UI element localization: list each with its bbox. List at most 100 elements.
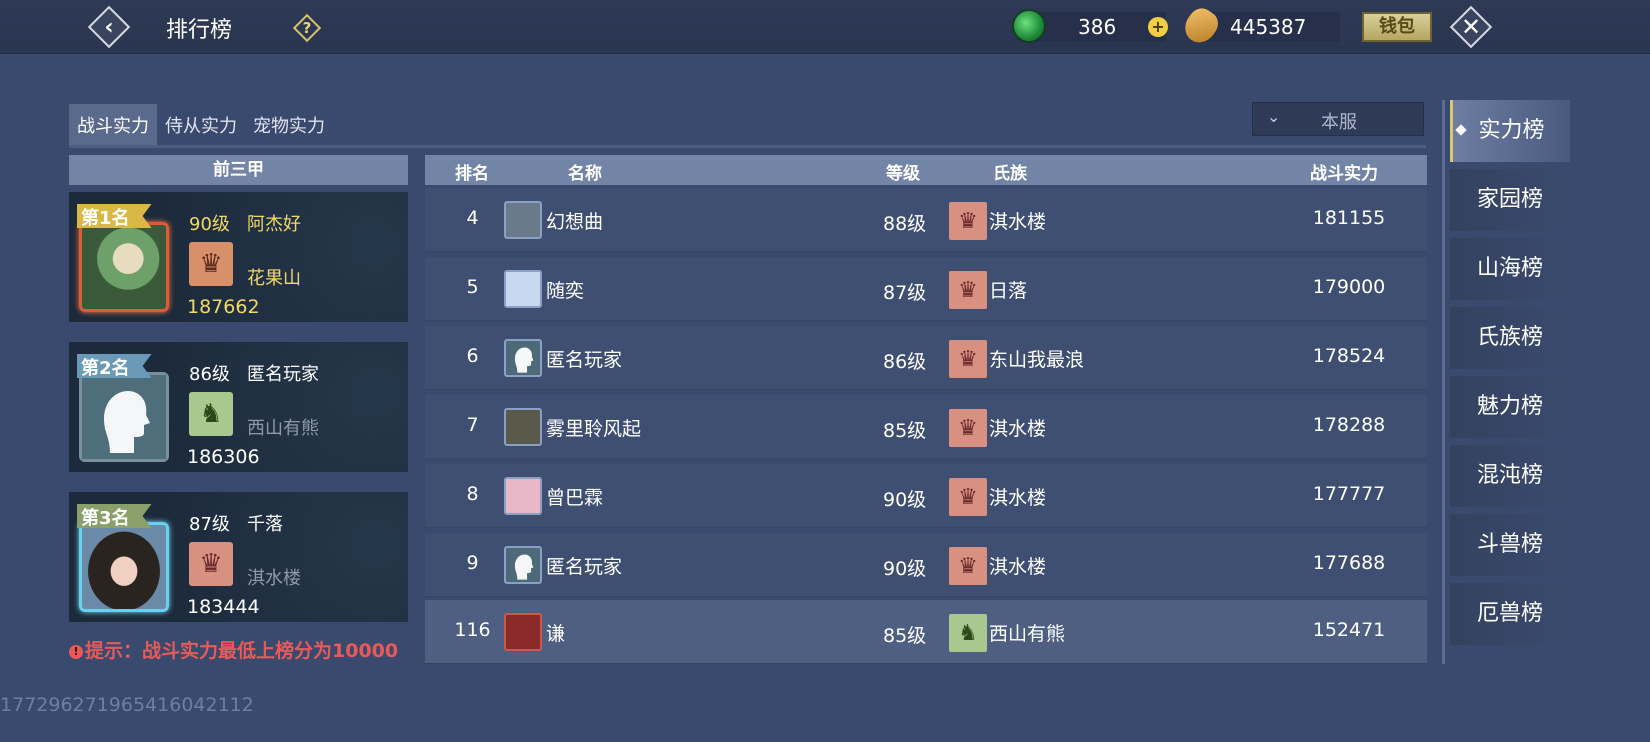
table-row[interactable]: 8 曾巴霖 90级 ♛ 淇水楼 177777 (425, 464, 1427, 528)
row-level: 85级 (883, 420, 927, 442)
player-level: 90级 (189, 214, 230, 235)
row-power: 177688 (1312, 552, 1386, 574)
tab-pet-power[interactable]: 宠物实力 (245, 104, 333, 148)
tab-combat-power[interactable]: 战斗实力 (69, 104, 157, 148)
row-power: 178288 (1312, 414, 1386, 436)
page-title: 排行榜 (166, 18, 233, 43)
menu-item-clan-rank[interactable]: 氏族榜 (1450, 307, 1570, 369)
row-clan: 日落 (989, 280, 1028, 302)
table-row[interactable]: 5 随奕 87级 ♛ 日落 179000 (425, 257, 1427, 321)
row-power: 179000 (1312, 276, 1386, 298)
tab-attendant-power[interactable]: 侍从实力 (157, 104, 245, 148)
clan-name: 西山有熊 (247, 418, 319, 439)
avatar (504, 477, 542, 515)
close-icon: ✕ (1460, 13, 1482, 41)
clan-emblem-icon: ♛ (949, 202, 987, 240)
menu-item-shanhai-rank[interactable]: 山海榜 (1450, 238, 1570, 300)
avatar (504, 408, 542, 446)
warning-icon: ! (69, 645, 83, 659)
row-name: 雾里聆风起 (546, 418, 642, 440)
player-name: 阿杰好 (247, 214, 301, 235)
back-arrow-icon: ‹ (104, 14, 114, 40)
clan-emblem-icon: ♞ (189, 392, 233, 436)
table-row-self[interactable]: 116 谦 85级 ♞ 西山有熊 152471 (425, 600, 1427, 664)
ranking-hint: ! 提示：战斗实力最低上榜分为10000 (69, 636, 398, 663)
gold-amount: 445387 (1230, 15, 1307, 39)
table-row[interactable]: 4 幻想曲 88级 ♛ 淇水楼 181155 (425, 188, 1427, 252)
player-name: 千落 (247, 514, 283, 535)
row-power: 178524 (1312, 345, 1386, 367)
row-clan: 淇水楼 (989, 556, 1047, 578)
column-level: 等级 (886, 164, 920, 184)
top3-card-third[interactable]: 第3名 87级 千落 ♛ 淇水楼 183444 (69, 492, 408, 622)
menu-item-beast-fight-rank[interactable]: 斗兽榜 (1450, 514, 1570, 576)
row-level: 88级 (883, 213, 927, 235)
row-name: 幻想曲 (546, 211, 604, 233)
jade-currency: 386 (1012, 9, 1166, 43)
row-name: 曾巴霖 (546, 487, 604, 509)
top3-header: 前三甲 (69, 155, 408, 185)
add-currency-icon[interactable]: + (1148, 17, 1168, 37)
rank-badge: 第3名 (77, 504, 152, 528)
row-level: 90级 (883, 489, 927, 511)
clan-emblem-icon: ♛ (189, 542, 233, 586)
clan-emblem-icon: ♛ (949, 547, 987, 585)
row-clan: 淇水楼 (989, 418, 1047, 440)
clan-name: 淇水楼 (247, 568, 301, 589)
column-power: 战斗实力 (1310, 164, 1378, 184)
side-menu-divider (1442, 100, 1445, 664)
category-tabs: 战斗实力 侍从实力 宠物实力 (69, 104, 333, 148)
menu-item-home-rank[interactable]: 家园榜 (1450, 169, 1570, 231)
clan-emblem-icon: ♛ (949, 271, 987, 309)
server-select-value: 本服 (1321, 112, 1357, 133)
clan-emblem-icon: ♛ (189, 242, 233, 286)
close-button[interactable]: ✕ (1449, 5, 1493, 49)
row-clan: 淇水楼 (989, 211, 1047, 233)
wallet-button[interactable]: 钱包 (1362, 12, 1432, 42)
avatar (79, 372, 169, 462)
avatar (504, 613, 542, 651)
table-row[interactable]: 6 匿名玩家 86级 ♛ 东山我最浪 178524 (425, 326, 1427, 390)
hint-text: 提示：战斗实力最低上榜分为10000 (85, 640, 399, 662)
clan-emblem-icon: ♛ (949, 478, 987, 516)
server-select[interactable]: ⌄ 本服 (1252, 102, 1424, 136)
menu-item-chaos-rank[interactable]: 混沌榜 (1450, 445, 1570, 507)
help-icon[interactable]: ? (292, 13, 322, 43)
menu-item-calamity-beast-rank[interactable]: 厄兽榜 (1450, 583, 1570, 645)
top3-card-second[interactable]: 第2名 86级 匿名玩家 ♞ 西山有熊 186306 (69, 342, 408, 472)
jade-amount: 386 (1078, 15, 1117, 39)
top-bar: ‹ 排行榜 ? 386 + 445387 钱包 ✕ (0, 0, 1650, 54)
row-name: 随奕 (546, 280, 585, 302)
column-clan: 氏族 (993, 164, 1027, 184)
table-row[interactable]: 7 雾里聆风起 85级 ♛ 淇水楼 178288 (425, 395, 1427, 459)
jade-coin-icon (1012, 9, 1046, 43)
clan-emblem-icon: ♞ (949, 614, 987, 652)
row-clan: 淇水楼 (989, 487, 1047, 509)
top3-card-first[interactable]: 第1名 90级 阿杰好 ♛ 花果山 187662 (69, 192, 408, 322)
footer-id: 177296271965416042112 (0, 694, 254, 716)
row-name: 匿名玩家 (546, 349, 623, 371)
row-power: 152471 (1312, 619, 1386, 641)
rank-badge: 第2名 (77, 354, 152, 378)
rank-badge: 第1名 (77, 204, 152, 228)
combat-power: 187662 (187, 296, 260, 318)
player-name: 匿名玩家 (247, 364, 319, 385)
clan-name: 花果山 (247, 268, 301, 289)
player-level: 86级 (189, 364, 230, 385)
back-button[interactable]: ‹ (87, 5, 131, 49)
table-row[interactable]: 9 匿名玩家 90级 ♛ 淇水楼 177688 (425, 533, 1427, 597)
column-name: 名称 (568, 164, 602, 184)
menu-item-charm-rank[interactable]: 魅力榜 (1450, 376, 1570, 438)
gold-currency: 445387 (1178, 3, 1340, 49)
combat-power: 186306 (187, 446, 260, 468)
menu-item-power-rank[interactable]: 实力榜 (1450, 100, 1570, 162)
chevron-down-icon: ⌄ (1267, 107, 1281, 126)
table-header: 排名 名称 等级 氏族 战斗实力 (425, 155, 1427, 185)
row-name: 匿名玩家 (546, 556, 623, 578)
clan-emblem-icon: ♛ (949, 409, 987, 447)
silhouette-icon (82, 375, 166, 459)
row-level: 87级 (883, 282, 927, 304)
silhouette-icon (504, 339, 542, 377)
clan-emblem-icon: ♛ (949, 340, 987, 378)
silhouette-icon (504, 546, 542, 584)
